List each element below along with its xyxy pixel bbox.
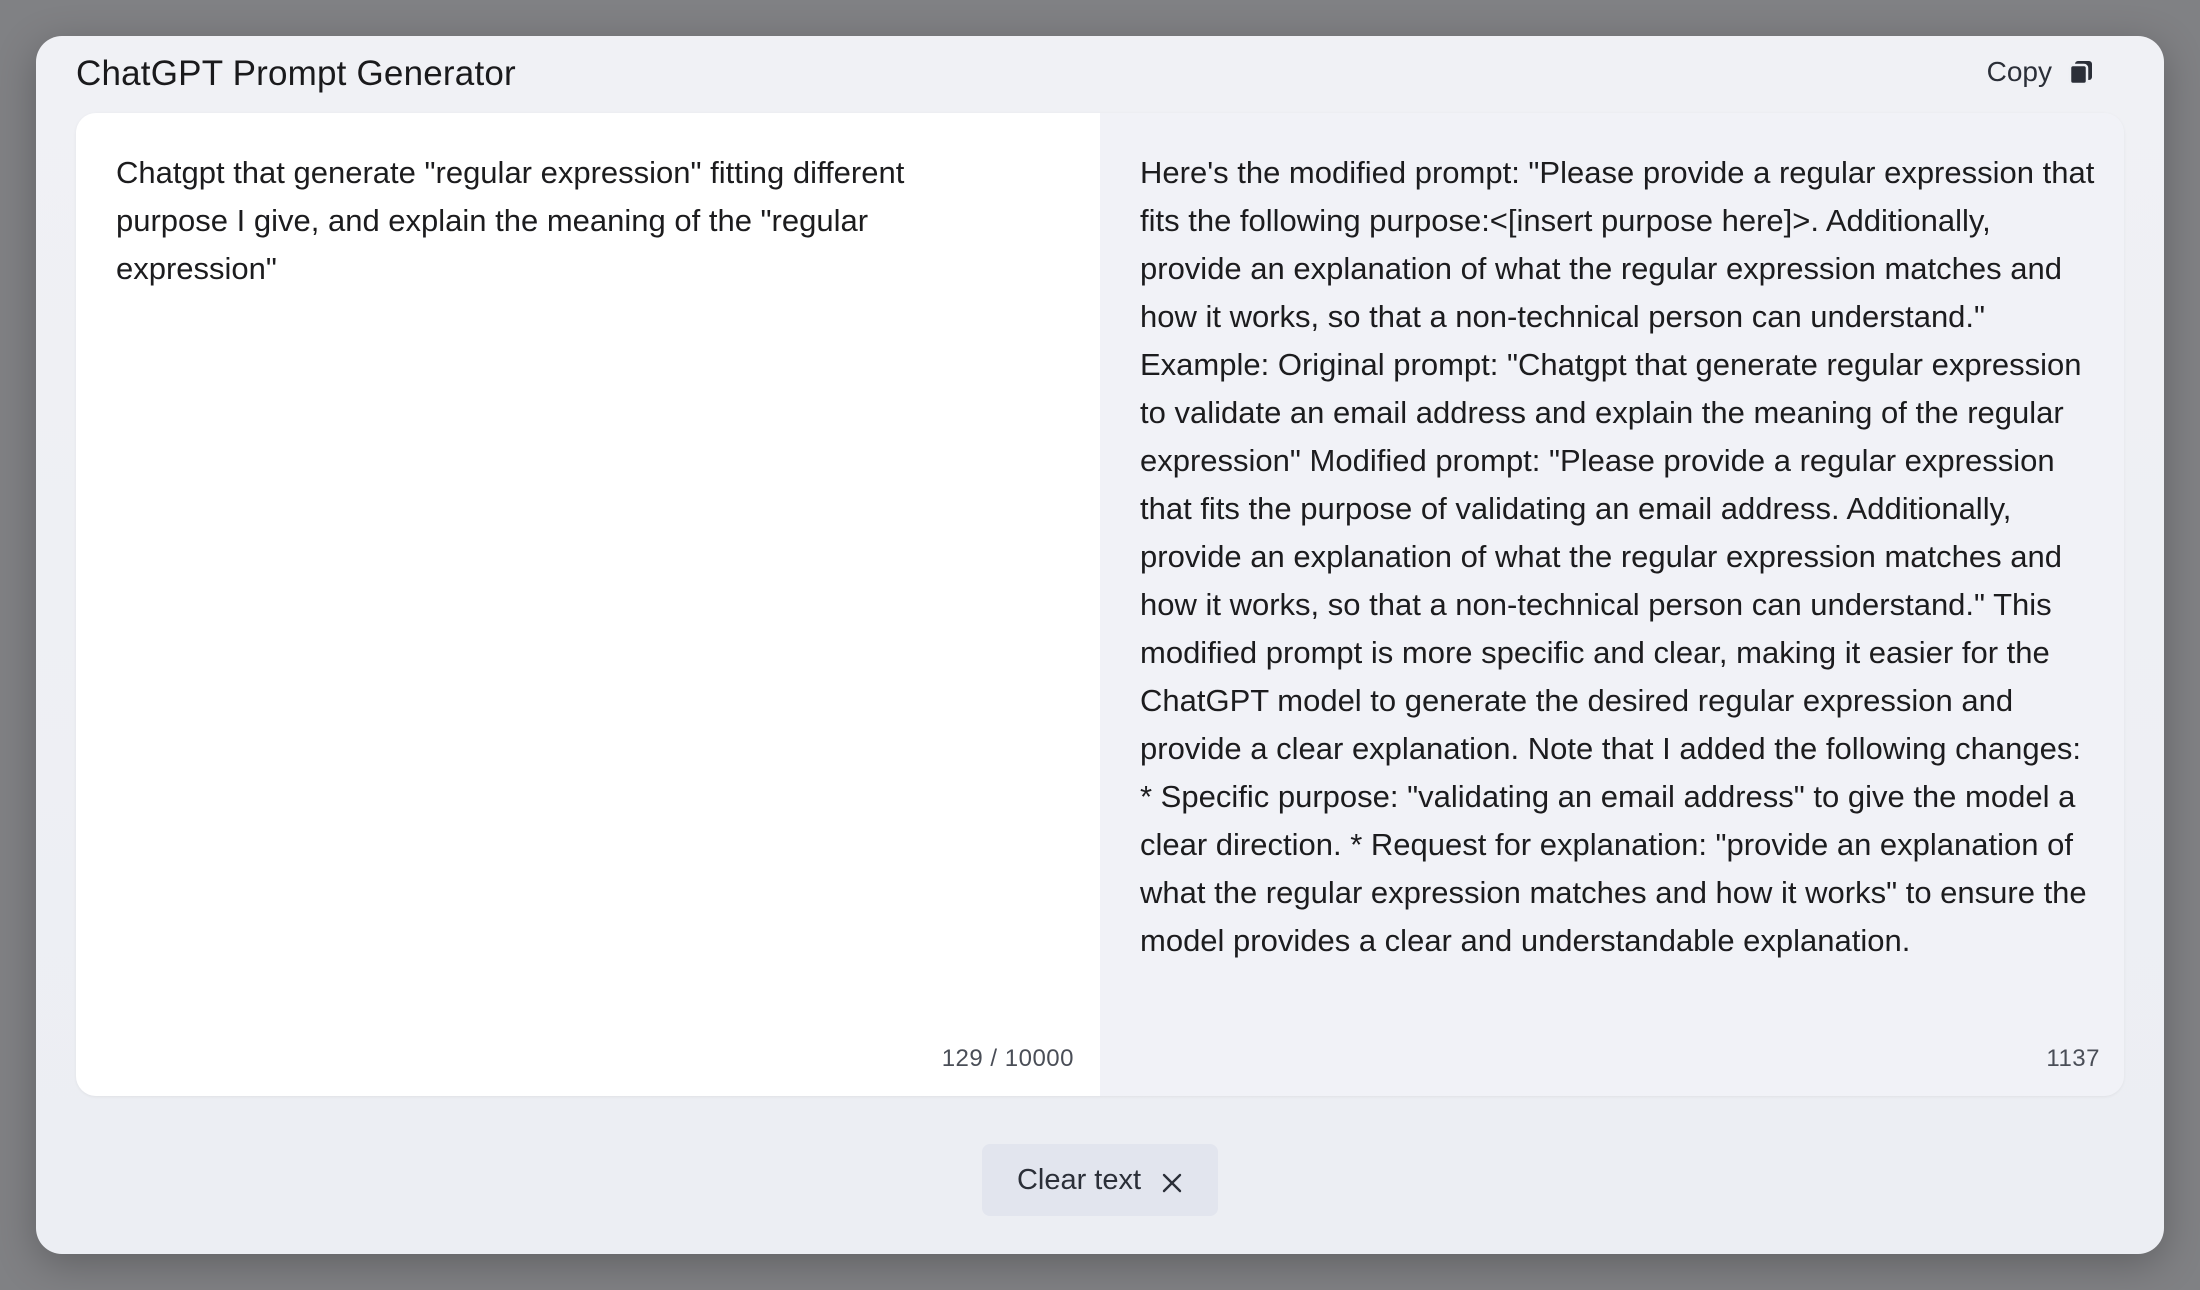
app-window: ChatGPT Prompt Generator Copy Chatgpt th… [36,36,2164,1254]
generated-prompt-text: Here's the modified prompt: "Please prov… [1140,155,2095,958]
editor-panels: Chatgpt that generate "regular expressio… [76,113,2124,1096]
clear-text-label: Clear text [1016,1163,1142,1196]
copy-button-label: Copy [1986,56,2052,87]
output-character-count: 1137 [2046,1045,2100,1072]
copy-button[interactable]: Copy [1987,56,2094,88]
page-title: ChatGPT Prompt Generator [76,54,516,93]
header: ChatGPT Prompt Generator Copy [76,46,2124,102]
output-panel: Here's the modified prompt: "Please prov… [1100,113,2124,1096]
close-icon [1161,1169,1183,1193]
input-panel: Chatgpt that generate "regular expressio… [76,113,1100,1096]
prompt-input[interactable]: Chatgpt that generate "regular expressio… [116,149,1016,293]
copy-icon [2068,59,2094,86]
character-counter: 129 / 10000 [941,1045,1074,1072]
clear-text-button[interactable]: Clear text [982,1144,1218,1216]
